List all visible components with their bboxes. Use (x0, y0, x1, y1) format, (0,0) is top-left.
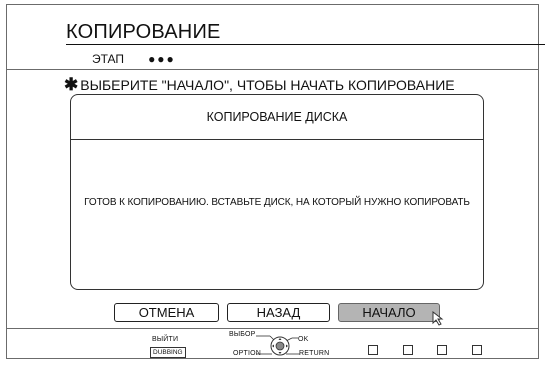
dialog-title: КОПИРОВАНИЕ ДИСКА (206, 110, 348, 124)
step-progress-dots: ●●● (148, 52, 176, 66)
dialog-divider (71, 139, 483, 140)
color-key-2-icon (403, 345, 413, 355)
back-button[interactable]: НАЗАД (227, 303, 330, 322)
footer-divider (6, 328, 539, 329)
color-key-4-icon (472, 345, 482, 355)
pointer-cursor-icon (432, 311, 444, 326)
instruction-text: ВЫБЕРИТЕ "НАЧАЛО", ЧТОБЫ НАЧАТЬ КОПИРОВА… (80, 77, 455, 93)
page-title: КОПИРОВАНИЕ (66, 21, 221, 43)
navigation-dial-icon (256, 335, 300, 356)
step-label: ЭТАП (92, 52, 125, 66)
start-button[interactable]: НАЧАЛО (338, 303, 440, 322)
color-key-3-icon (437, 345, 447, 355)
header-divider (6, 69, 539, 70)
cancel-button[interactable]: ОТМЕНА (114, 303, 219, 322)
select-label: ВЫБОР (229, 331, 256, 338)
dubbing-key: DUBBING (150, 347, 186, 358)
dialog-message: ГОТОВ К КОПИРОВАНИЮ. ВСТАВЬТЕ ДИСК, НА К… (84, 197, 470, 208)
asterisk-icon: ✱ (64, 75, 79, 94)
instruction-line: ✱ ВЫБЕРИТЕ "НАЧАЛО", ЧТОБЫ НАЧАТЬ КОПИРО… (64, 75, 455, 94)
return-label: RETURN (299, 350, 330, 357)
color-key-1-icon (368, 345, 378, 355)
copy-dialog: КОПИРОВАНИЕ ДИСКА ГОТОВ К КОПИРОВАНИЮ. В… (70, 94, 484, 290)
step-indicator: ЭТАП ●●● (92, 52, 176, 66)
exit-label: ВЫЙТИ (152, 336, 179, 343)
title-underline (66, 44, 545, 45)
